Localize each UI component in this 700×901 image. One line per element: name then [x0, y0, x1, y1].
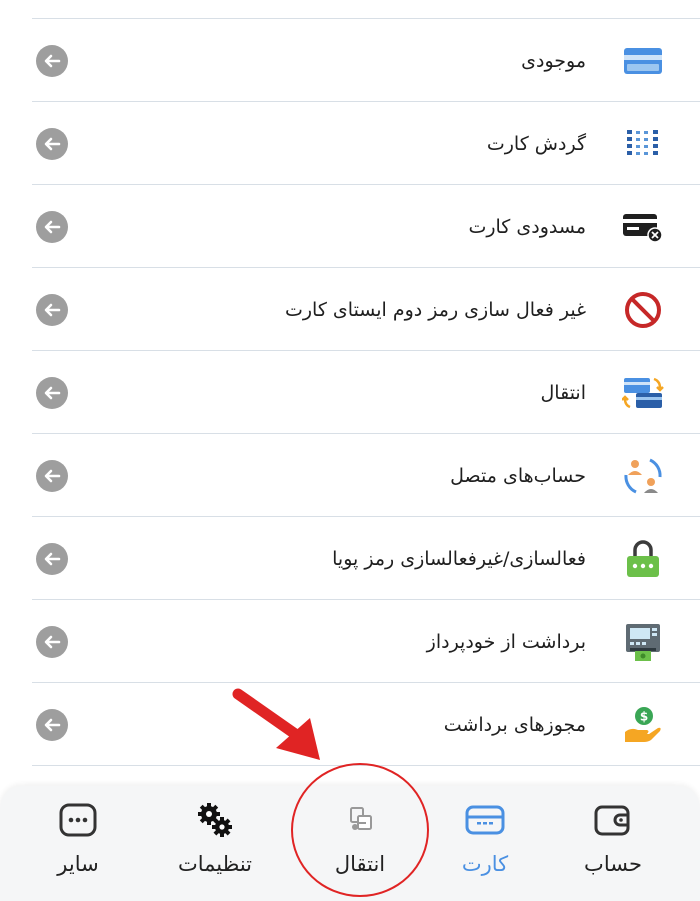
list-item-disable-static-pin[interactable]: غیر فعال سازی رمز دوم ایستای کارت: [0, 268, 700, 351]
credit-card-icon: [465, 800, 505, 840]
card-balance-icon: [622, 40, 664, 82]
arrow-left-icon[interactable]: [36, 376, 68, 409]
arrow-left-icon[interactable]: [36, 708, 68, 741]
list-item-label: موجودی: [521, 49, 586, 72]
annotation-arrow-icon: [232, 688, 320, 760]
list-item-balance[interactable]: موجودی: [0, 19, 700, 102]
arrow-left-icon[interactable]: [36, 127, 68, 160]
gears-icon: [195, 800, 235, 840]
linked-accounts-icon: [622, 455, 664, 497]
list-item-linked-accounts[interactable]: حساب‌های متصل: [0, 434, 700, 517]
arrow-left-icon[interactable]: [36, 44, 68, 77]
arrow-left-icon[interactable]: [36, 459, 68, 492]
arrow-left-icon[interactable]: [36, 293, 68, 326]
card-transfer-icon: [622, 372, 664, 414]
list-item-dynamic-pin[interactable]: فعالسازی/غیرفعالسازی رمز پویا: [0, 517, 700, 600]
arrow-left-icon[interactable]: [36, 625, 68, 658]
svg-text:$: $: [640, 709, 648, 723]
list-item-label: گردش کارت: [486, 132, 586, 155]
annotation-circle: [291, 763, 429, 897]
wallet-icon: [593, 800, 633, 840]
more-icon: [58, 800, 98, 840]
nav-label: تنظیمات: [177, 852, 253, 876]
nav-label: حساب: [584, 852, 642, 876]
list-item-label: حساب‌های متصل: [450, 464, 586, 487]
atm-withdraw-icon: [622, 621, 664, 663]
list-item-withdraw-permits[interactable]: $ مجوزهای برداشت: [0, 683, 700, 766]
arrow-left-icon[interactable]: [36, 210, 68, 243]
nav-item-settings[interactable]: تنظیمات: [145, 786, 285, 896]
arrow-left-icon[interactable]: [36, 542, 68, 575]
list-item-card-statement[interactable]: گردش کارت: [0, 102, 700, 185]
card-statement-icon: [622, 123, 664, 165]
list-item-card-block[interactable]: مسدودی کارت: [0, 185, 700, 268]
list-item-label: مجوزهای برداشت: [443, 713, 586, 736]
list-item-transfer[interactable]: انتقال: [0, 351, 700, 434]
nav-label: سایر: [57, 852, 99, 876]
nav-item-other[interactable]: سایر: [8, 786, 148, 896]
nav-item-card[interactable]: کارت: [415, 786, 555, 896]
list-item-label: مسدودی کارت: [468, 215, 586, 238]
list-item-label: فعالسازی/غیرفعالسازی رمز پویا: [332, 547, 586, 570]
nav-label: کارت: [461, 852, 509, 876]
card-block-icon: [622, 206, 664, 248]
disable-static-pin-icon: [622, 289, 664, 331]
list-item-label: غیر فعال سازی رمز دوم ایستای کارت: [284, 298, 586, 321]
list-item-label: انتقال: [540, 381, 586, 404]
nav-item-account[interactable]: حساب: [543, 786, 683, 896]
dynamic-pin-lock-icon: [622, 538, 664, 580]
list-item-label: برداشت از خودپرداز: [426, 630, 586, 653]
withdraw-permit-icon: $: [622, 704, 664, 746]
list-item-atm-withdraw[interactable]: برداشت از خودپرداز: [0, 600, 700, 683]
